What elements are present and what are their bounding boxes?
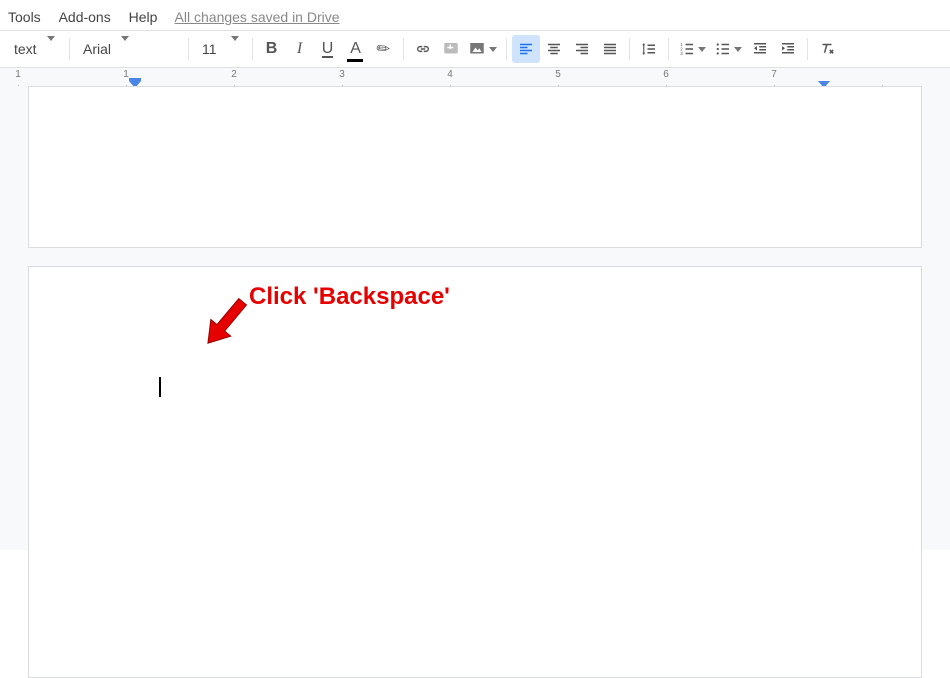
ruler-number: 3 [339, 69, 345, 80]
menu-tools[interactable]: Tools [8, 4, 41, 30]
align-right-button[interactable] [568, 35, 596, 63]
align-center-icon [545, 40, 563, 58]
highlight-button[interactable]: ✎ [370, 35, 398, 63]
font-family-dropdown[interactable]: Arial [75, 36, 183, 62]
clear-formatting-icon [818, 40, 836, 58]
line-spacing-button[interactable] [635, 35, 663, 63]
document-canvas: Click 'Backspace' [0, 86, 950, 550]
insert-image-button[interactable] [465, 35, 501, 63]
menu-bar: Tools Add-ons Help All changes saved in … [0, 0, 950, 30]
separator [188, 38, 189, 60]
align-right-icon [573, 40, 591, 58]
chevron-down-icon [734, 47, 742, 52]
document-page[interactable]: Click 'Backspace' [28, 266, 922, 678]
underline-icon: U [322, 41, 334, 58]
decrease-indent-button[interactable] [746, 35, 774, 63]
menu-help[interactable]: Help [129, 4, 158, 30]
text-cursor [159, 377, 161, 397]
separator [69, 38, 70, 60]
chevron-down-icon [698, 47, 706, 52]
annotation-overlay: Click 'Backspace' [189, 289, 259, 364]
ruler-number: 7 [771, 69, 777, 80]
align-left-button[interactable] [512, 35, 540, 63]
numbered-list-icon: 123 [678, 40, 696, 58]
font-family-value: Arial [83, 41, 111, 57]
italic-icon: I [297, 41, 302, 57]
align-justify-button[interactable] [596, 35, 624, 63]
bold-button[interactable]: B [258, 35, 286, 63]
arrow-icon [189, 289, 259, 359]
highlight-icon: ✎ [372, 37, 395, 61]
paragraph-style-dropdown[interactable]: text [6, 36, 64, 62]
align-left-icon [517, 40, 535, 58]
document-page[interactable] [28, 86, 922, 248]
font-size-value: 11 [202, 41, 217, 57]
color-swatch [347, 59, 363, 62]
decrease-indent-icon [751, 40, 769, 58]
toolbar: text Arial 11 B I U A ✎ [0, 30, 950, 68]
ruler-number: 6 [663, 69, 669, 80]
bulleted-list-icon [714, 40, 732, 58]
separator [629, 38, 630, 60]
chevron-down-icon [47, 41, 55, 57]
ruler-number: 1 [15, 69, 21, 80]
underline-button[interactable]: U [314, 35, 342, 63]
insert-comment-button[interactable] [437, 35, 465, 63]
clear-formatting-button[interactable] [813, 35, 841, 63]
annotation-text: Click 'Backspace' [249, 283, 450, 311]
font-size-dropdown[interactable]: 11 [194, 36, 247, 62]
ruler-number: 5 [555, 69, 561, 80]
align-center-button[interactable] [540, 35, 568, 63]
separator [807, 38, 808, 60]
chevron-down-icon [489, 47, 497, 52]
ruler-number: 2 [231, 69, 237, 80]
link-icon [414, 40, 432, 58]
numbered-list-button[interactable]: 123 [674, 35, 710, 63]
separator [403, 38, 404, 60]
chevron-down-icon [231, 41, 239, 57]
bulleted-list-button[interactable] [710, 35, 746, 63]
italic-button[interactable]: I [286, 35, 314, 63]
align-justify-icon [601, 40, 619, 58]
paragraph-style-value: text [14, 41, 37, 57]
increase-indent-button[interactable] [774, 35, 802, 63]
text-color-icon: A [350, 41, 361, 57]
separator [506, 38, 507, 60]
chevron-down-icon [121, 41, 129, 57]
separator [668, 38, 669, 60]
separator [252, 38, 253, 60]
svg-text:3: 3 [680, 51, 683, 56]
save-status[interactable]: All changes saved in Drive [175, 9, 340, 25]
comment-icon [442, 40, 460, 58]
insert-link-button[interactable] [409, 35, 437, 63]
bold-icon: B [266, 41, 278, 57]
ruler-number: 1 [123, 69, 129, 80]
line-spacing-icon [640, 40, 658, 58]
increase-indent-icon [779, 40, 797, 58]
image-icon [468, 40, 486, 58]
menu-addons[interactable]: Add-ons [59, 4, 111, 30]
text-color-button[interactable]: A [342, 35, 370, 63]
ruler-number: 4 [447, 69, 453, 80]
